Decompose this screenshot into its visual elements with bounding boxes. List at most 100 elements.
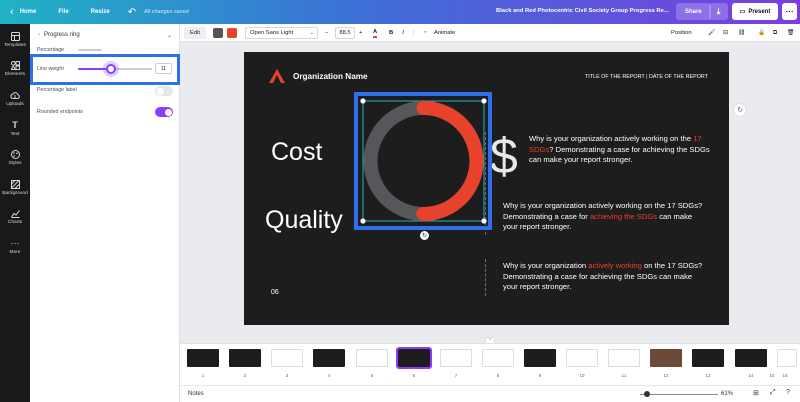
animate-button[interactable]: Animate (434, 27, 455, 39)
page-thumbnail[interactable] (356, 349, 388, 367)
organization-name[interactable]: Organization Name (293, 72, 368, 81)
percentage-label-toggle[interactable] (155, 86, 173, 96)
rounded-endpoints-toggle[interactable] (155, 107, 173, 117)
uploads-icon (10, 90, 20, 100)
paragraph-2[interactable]: Why is your organization actively workin… (503, 201, 705, 233)
rounded-endpoints-label: Rounded endpoints (37, 109, 83, 115)
page-thumbnail[interactable] (650, 349, 682, 367)
resize-menu[interactable]: Resize (91, 9, 110, 15)
page-thumbnail[interactable] (735, 349, 767, 367)
page-thumbnail-strip: 1 2 3 4 5 6 7 8 9 10 11 12 13 14 15 16 (180, 343, 800, 385)
text-color-icon[interactable]: A (373, 28, 378, 38)
download-button[interactable]: ⤓ (709, 3, 728, 20)
color-swatch-gray[interactable] (213, 28, 223, 38)
duplicate-icon[interactable]: ⧉ (773, 27, 777, 39)
sidebar-label: Background (2, 191, 28, 196)
sidebar-item-charts[interactable]: Charts (0, 208, 30, 225)
more-options-button[interactable]: ⋯ (782, 3, 797, 20)
dollar-sign[interactable]: $ (490, 127, 518, 185)
refresh-icon[interactable]: ↻ (733, 103, 747, 117)
font-size-input[interactable]: 88.5 (335, 27, 355, 39)
page-thumbnail[interactable] (187, 349, 219, 367)
page-number-label: 16 (782, 373, 788, 378)
page-number-label: 4 (327, 373, 331, 378)
report-title[interactable]: TITLE OF THE REPORT | DATE OF THE REPORT (585, 74, 708, 80)
edit-button[interactable]: Edit (184, 27, 206, 39)
link-icon[interactable]: ⛓ (738, 27, 745, 39)
zoom-slider-knob[interactable] (644, 391, 650, 397)
page-thumbnail[interactable] (692, 349, 724, 367)
align-icon[interactable]: ⊟ (723, 27, 728, 39)
panel-header[interactable]: ‹ Progress ring ⌄ (38, 29, 172, 41)
quality-heading[interactable]: Quality (265, 206, 343, 235)
file-menu[interactable]: File (58, 9, 68, 15)
font-family-dropdown[interactable]: Open Sans Light ⌄ (245, 27, 318, 39)
resize-handle[interactable] (481, 98, 487, 104)
sidebar-item-elements[interactable]: Elements (0, 60, 30, 77)
sidebar-item-text[interactable]: T Text (0, 120, 30, 137)
animate-icon[interactable]: ◔ (423, 27, 427, 39)
page-thumbnail[interactable] (524, 349, 556, 367)
page-thumbnail[interactable] (229, 349, 261, 367)
font-size-increase[interactable]: + (359, 27, 362, 39)
page-thumbnail[interactable] (608, 349, 640, 367)
color-swatch-red[interactable] (227, 28, 237, 38)
divider-line (485, 259, 486, 296)
notes-button[interactable]: Notes (188, 391, 204, 397)
resize-handle[interactable] (481, 218, 487, 224)
sidebar-label: Elements (5, 72, 25, 77)
chevron-down-icon: ⌄ (309, 30, 314, 36)
paragraph-3[interactable]: Why is your organization actively workin… (503, 261, 705, 293)
zoom-slider[interactable] (640, 391, 718, 397)
undo-icon[interactable]: ↶ (128, 7, 136, 18)
home-button[interactable]: ‹ Home (10, 6, 36, 18)
italic-button[interactable]: I (402, 27, 404, 39)
rotate-handle-icon[interactable]: ↻ (420, 231, 429, 240)
page-number-label: 12 (663, 373, 669, 378)
resize-handle[interactable] (360, 218, 366, 224)
progress-ring-selection[interactable] (354, 92, 494, 230)
para-text: ? Demonstrating a case for achieving the… (529, 144, 710, 165)
position-button[interactable]: Position (671, 27, 692, 39)
cost-heading[interactable]: Cost (271, 138, 322, 167)
paragraph-1[interactable]: Why is your organization actively workin… (529, 134, 713, 166)
present-button[interactable]: ▭ Present (732, 3, 778, 20)
zoom-level[interactable]: 61% (721, 391, 733, 397)
document-title[interactable]: Black and Red Photocentric Civil Society… (496, 8, 669, 14)
page-thumbnail[interactable] (777, 349, 797, 367)
font-size-decrease[interactable]: − (325, 27, 328, 39)
page-thumbnail[interactable] (440, 349, 472, 367)
page-thumbnail[interactable] (271, 349, 303, 367)
page-number-label: 8 (496, 373, 500, 378)
percentage-slider[interactable] (78, 49, 102, 51)
fullscreen-icon[interactable]: ⤢ (770, 389, 776, 397)
percentage-toggle-label: Percentage label (37, 87, 77, 93)
top-bar: ‹ Home File Resize ↶ All changes saved B… (0, 0, 800, 24)
page-thumbnail[interactable] (566, 349, 598, 367)
page-number-label: 3 (285, 373, 289, 378)
share-button[interactable]: Share (676, 3, 711, 20)
page-thumbnail[interactable] (482, 349, 514, 367)
help-icon[interactable]: ? (786, 389, 790, 396)
bold-button[interactable]: B (389, 27, 393, 39)
sidebar-item-more[interactable]: ⋯ More (0, 238, 30, 256)
chevron-down-icon[interactable]: ⌄ (167, 32, 172, 39)
sidebar-item-uploads[interactable]: Uploads (0, 90, 30, 107)
chevron-left-icon: ‹ (10, 6, 14, 18)
chevron-left-icon[interactable]: ‹ (38, 32, 40, 38)
sidebar-item-styles[interactable]: Styles (0, 149, 30, 166)
background-icon (10, 179, 20, 189)
page-thumbnail-selected[interactable] (396, 347, 432, 369)
format-painter-icon[interactable]: 🖌 (708, 27, 715, 39)
page-thumbnail[interactable] (313, 349, 345, 367)
download-icon: ⤓ (716, 6, 721, 16)
resize-handle[interactable] (360, 98, 366, 104)
styles-icon (10, 149, 20, 159)
slide-canvas[interactable]: Organization Name TITLE OF THE REPORT | … (244, 52, 729, 325)
sidebar-item-background[interactable]: Background (0, 179, 30, 196)
panel-title: Progress ring (44, 32, 80, 38)
grid-view-icon[interactable]: ⊞ (753, 389, 759, 397)
delete-icon[interactable]: 🗑 (787, 27, 794, 39)
sidebar-item-templates[interactable]: Templates (0, 31, 30, 48)
lock-icon[interactable]: 🔒 (758, 27, 765, 39)
